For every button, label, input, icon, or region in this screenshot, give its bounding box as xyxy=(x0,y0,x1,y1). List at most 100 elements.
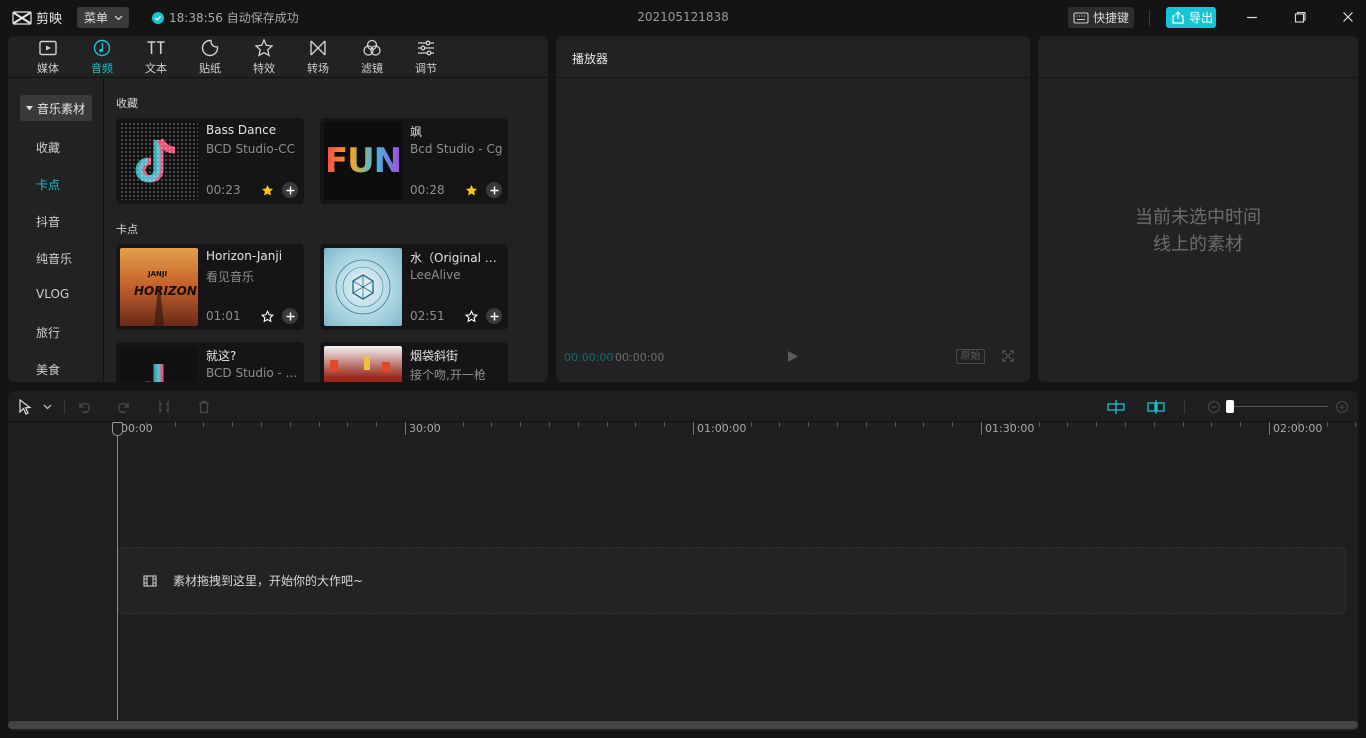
redo-icon[interactable] xyxy=(115,398,133,416)
sidebar-item-favorites[interactable]: 收藏 xyxy=(36,139,60,156)
link-icon[interactable] xyxy=(1147,398,1165,416)
ruler-tick xyxy=(289,422,291,427)
undo-icon[interactable] xyxy=(75,398,93,416)
chevron-down-icon[interactable] xyxy=(38,398,56,416)
film-icon xyxy=(143,574,157,587)
tab-media[interactable]: 媒体 xyxy=(21,36,75,78)
add-icon[interactable] xyxy=(282,308,298,324)
music-card[interactable]: 水（Original M... LeeAlive 02:51 xyxy=(320,244,508,330)
tab-transition[interactable]: 转场 xyxy=(291,36,345,78)
ruler-tick xyxy=(837,422,838,427)
music-material-header[interactable]: 音乐素材 xyxy=(20,95,92,121)
toolbar-divider xyxy=(1184,399,1185,414)
ruler-tick xyxy=(981,422,982,435)
drop-hint-text: 素材拖拽到这里，开始你的大作吧~ xyxy=(173,574,364,588)
tab-label: 贴纸 xyxy=(199,62,221,75)
track-title: 烟袋斜街 xyxy=(410,349,459,363)
track-artist: BCD Studio - ... xyxy=(206,366,298,380)
ruler-tick xyxy=(1067,422,1069,427)
star-filled-icon[interactable] xyxy=(463,182,479,198)
audio-icon xyxy=(93,39,111,57)
zoom-slider-track[interactable] xyxy=(1234,406,1328,407)
star-filled-icon[interactable] xyxy=(259,182,275,198)
zoom-slider-handle[interactable] xyxy=(1226,400,1234,413)
track-title: 飒 xyxy=(410,125,423,139)
capcut-logo-icon xyxy=(12,10,32,25)
ruler-tick xyxy=(1355,422,1357,427)
add-icon[interactable] xyxy=(486,182,502,198)
zoom-out-icon[interactable] xyxy=(1205,398,1223,416)
add-icon[interactable] xyxy=(282,182,298,198)
tab-effects[interactable]: 特效 xyxy=(237,36,291,78)
music-card[interactable]: Bass Dance BCD Studio-CC 00:23 xyxy=(116,118,304,204)
ruler-label: 30:00 xyxy=(409,422,441,435)
ruler-tick xyxy=(1153,422,1155,427)
adjust-icon xyxy=(418,40,434,56)
split-icon[interactable] xyxy=(155,398,173,416)
sidebar-item-food[interactable]: 美食 xyxy=(36,361,60,378)
playhead-handle[interactable] xyxy=(112,422,123,436)
ruler-tick xyxy=(145,422,147,427)
add-icon[interactable] xyxy=(486,308,502,324)
export-button[interactable]: 导出 xyxy=(1166,7,1216,28)
sidebar-item-douyin[interactable]: 抖音 xyxy=(36,213,60,230)
tab-label: 调节 xyxy=(415,62,437,75)
snap-icon[interactable] xyxy=(1107,398,1125,416)
star-outline-icon[interactable] xyxy=(463,308,479,324)
tab-adjust[interactable]: 调节 xyxy=(399,36,453,78)
music-card[interactable]: FUN 飒 Bcd Studio - Cg 00:28 xyxy=(320,118,508,204)
app-name: 剪映 xyxy=(36,12,63,27)
delete-icon[interactable] xyxy=(195,398,213,416)
zoom-in-icon[interactable] xyxy=(1333,398,1351,416)
music-card[interactable]: 烟袋斜街 接个吻,开一枪 xyxy=(320,342,508,382)
tab-filter[interactable]: 滤镜 xyxy=(345,36,399,78)
player-title: 播放器 xyxy=(556,36,1030,78)
tab-label: 转场 xyxy=(307,62,329,75)
timeline-ruler[interactable]: 00:00 30:00 01:00:00 01:30:00 02:00:00 xyxy=(8,422,1358,436)
ruler-tick xyxy=(232,422,234,427)
filter-icon xyxy=(363,39,381,56)
check-icon xyxy=(152,11,164,24)
sidebar-item-travel[interactable]: 旅行 xyxy=(36,324,60,341)
music-card[interactable]: JANJI HORIZON Horizon-Janji 看见音乐 01:01 xyxy=(116,244,304,330)
track-artist: 看见音乐 xyxy=(206,270,255,284)
ruler-tick xyxy=(347,422,349,427)
minimize-icon[interactable] xyxy=(1244,9,1260,25)
material-panel: 媒体 音频 文本 贴纸 特效 转场 滤镜 调节 音乐素材 收藏 卡点 抖音 纯音… xyxy=(8,36,548,382)
side-head-label: 音乐素材 xyxy=(37,101,86,116)
timeline-drop-zone[interactable]: 素材拖拽到这里，开始你的大作吧~ xyxy=(118,547,1346,614)
media-icon xyxy=(39,40,57,56)
close-icon[interactable] xyxy=(1340,9,1356,25)
sidebar-item-beat[interactable]: 卡点 xyxy=(36,176,60,193)
timeline-scrollbar[interactable] xyxy=(8,721,1358,729)
sidebar-item-vlog[interactable]: VLOG xyxy=(36,287,69,301)
fullscreen-icon[interactable] xyxy=(1002,350,1014,365)
track-artist: BCD Studio-CC xyxy=(206,142,295,156)
ruler-tick xyxy=(750,422,752,427)
current-timecode: 00:00:00 xyxy=(564,351,614,364)
app-logo: 剪映 xyxy=(12,8,62,27)
menu-button[interactable]: 菜单 xyxy=(77,7,129,28)
menu-label: 菜单 xyxy=(84,11,109,25)
sticker-icon xyxy=(201,39,219,57)
album-thumbnail: JANJI HORIZON xyxy=(120,248,198,326)
tab-audio[interactable]: 音频 xyxy=(75,36,129,78)
play-icon[interactable] xyxy=(787,350,799,366)
keyboard-icon xyxy=(1073,11,1089,24)
star-outline-icon[interactable] xyxy=(259,308,275,324)
shortcut-button[interactable]: 快捷键 xyxy=(1068,7,1134,28)
sidebar-item-pure-music[interactable]: 纯音乐 xyxy=(36,250,72,267)
music-card[interactable]: 就这? BCD Studio - ... xyxy=(116,342,304,382)
ruler-tick xyxy=(635,422,637,427)
maximize-icon[interactable] xyxy=(1292,9,1308,25)
select-cursor-icon[interactable] xyxy=(16,398,34,416)
tab-label: 滤镜 xyxy=(361,62,383,75)
tab-text[interactable]: 文本 xyxy=(129,36,183,78)
ruler-tick xyxy=(261,422,262,427)
no-selection-message: 当前未选中时间 线上的素材 xyxy=(1038,204,1358,258)
shortcut-label: 快捷键 xyxy=(1093,11,1130,25)
tab-sticker[interactable]: 贴纸 xyxy=(183,36,237,78)
ruler-tick xyxy=(405,422,406,435)
ruler-tick xyxy=(549,422,550,427)
original-ratio-button[interactable]: 原始 xyxy=(956,349,985,364)
